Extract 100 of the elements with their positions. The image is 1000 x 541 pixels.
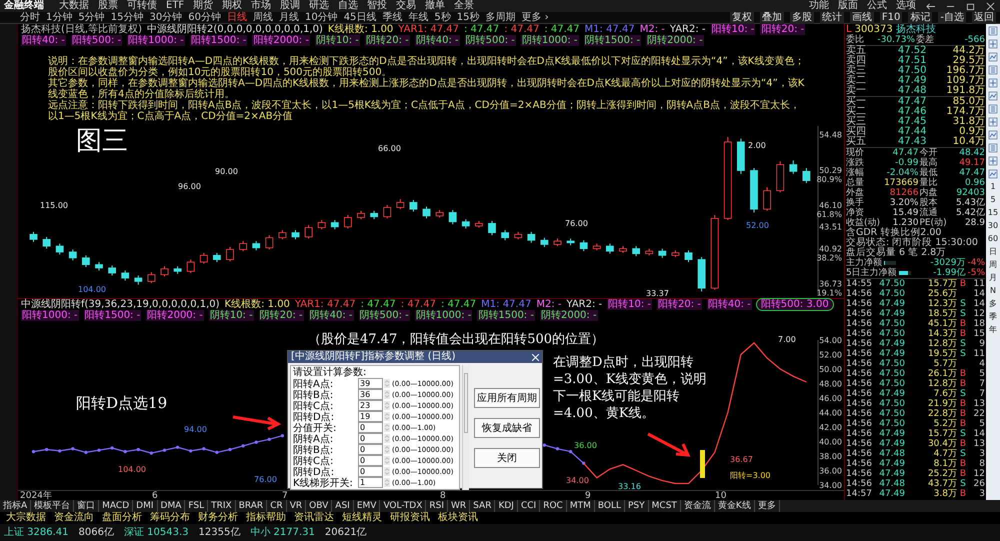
indicator-tab[interactable]: ASI: [332, 500, 354, 512]
info-tab[interactable]: 财务分析: [198, 512, 238, 524]
menu-item[interactable]: 撤单: [425, 0, 446, 12]
indicator-tab[interactable]: DMI: [133, 500, 158, 512]
period-button[interactable]: 5: [990, 195, 996, 205]
indicator-tab[interactable]: PSY: [625, 500, 649, 512]
tool-icon[interactable]: [988, 156, 998, 166]
menu-item[interactable]: 期货: [193, 0, 214, 12]
indicator-tab[interactable]: 窗口: [74, 500, 100, 512]
number-field[interactable]: 0: [358, 466, 383, 477]
tool-icon[interactable]: [988, 39, 998, 49]
info-tab[interactable]: 资金流向: [54, 512, 94, 524]
number-field[interactable]: 1: [358, 477, 383, 488]
toolbar-button[interactable]: 标记: [908, 12, 932, 24]
period-tab[interactable]: 季线: [382, 12, 402, 24]
dialog-button[interactable]: 恢复成缺省: [474, 418, 540, 438]
number-field[interactable]: 36: [358, 389, 383, 400]
period-tab[interactable]: 10分钟: [304, 12, 338, 24]
toolbar-button[interactable]: 叠加: [760, 12, 784, 24]
menu-item[interactable]: 公式: [867, 0, 887, 12]
tool-icon[interactable]: [988, 130, 998, 140]
spinner-icon[interactable]: [384, 379, 390, 388]
restore-icon[interactable]: [965, 2, 976, 10]
spinner-icon[interactable]: [384, 445, 390, 454]
indicator-tab[interactable]: 模板平台: [31, 500, 74, 512]
toolbar-button[interactable]: 统计: [820, 12, 844, 24]
indicator-tab[interactable]: FSL: [185, 500, 208, 512]
indicator-tab[interactable]: 指标A: [0, 500, 32, 512]
period-tab[interactable]: 5秒: [434, 12, 451, 24]
indicator-tab[interactable]: 黄金K线: [714, 500, 755, 512]
indicator-tab[interactable]: MACD: [99, 500, 134, 512]
indicator-tab[interactable]: VR: [286, 500, 306, 512]
indicator-tab[interactable]: BOLL: [594, 500, 625, 512]
menu-item[interactable]: 智投: [367, 0, 388, 12]
period-tab[interactable]: 周线: [252, 12, 273, 24]
menu-item[interactable]: 研选: [309, 0, 330, 12]
period-tab[interactable]: 15秒: [456, 12, 480, 24]
indicator-tab[interactable]: MTM: [566, 500, 595, 512]
indicator-tab[interactable]: WR: [448, 500, 470, 512]
period-tab[interactable]: 分时: [20, 12, 40, 24]
dialog-button[interactable]: 关闭: [474, 448, 540, 468]
period-button[interactable]: 1: [990, 182, 996, 192]
menu-item[interactable]: 可转债: [127, 0, 157, 12]
indicator-tab[interactable]: VOL-TDX: [380, 500, 426, 512]
number-field[interactable]: 19: [358, 411, 383, 422]
tool-icon[interactable]: [988, 143, 998, 153]
period-tab[interactable]: 日线: [226, 12, 247, 24]
period-button[interactable]: 60: [988, 234, 998, 244]
info-tab[interactable]: 盘面分析: [102, 512, 142, 524]
toolbar-button[interactable]: 画线: [850, 12, 874, 24]
indicator-tab[interactable]: BRAR: [236, 500, 268, 512]
back-arrow-icon[interactable]: [925, 2, 936, 10]
menu-item[interactable]: 股票: [98, 0, 118, 12]
period-button[interactable]: 30: [988, 221, 998, 231]
menu-item[interactable]: ETF: [166, 0, 184, 12]
info-tab[interactable]: 筹码分布: [150, 512, 190, 524]
number-field[interactable]: 0: [358, 444, 383, 455]
tool-icon[interactable]: [988, 104, 998, 114]
spinner-icon[interactable]: [384, 390, 390, 399]
spinner-icon[interactable]: [384, 478, 390, 487]
info-tab[interactable]: 板块资讯: [438, 512, 478, 524]
period-tab[interactable]: 更多 ›: [522, 12, 549, 24]
info-tab[interactable]: 大宗数据: [6, 512, 46, 524]
menu-item[interactable]: 版面: [838, 0, 858, 12]
info-tab[interactable]: 短线精灵: [342, 512, 382, 524]
indicator-tab[interactable]: 资金流: [680, 500, 715, 512]
indicator-tab[interactable]: DMA: [158, 500, 186, 512]
info-tab[interactable]: 研报资讯: [390, 512, 430, 524]
period-tab[interactable]: 年线: [408, 12, 428, 24]
period-tab[interactable]: 5分钟: [78, 12, 105, 24]
period-tab[interactable]: 15分钟: [110, 12, 144, 24]
period-button[interactable]: 季: [989, 312, 997, 322]
tool-icon[interactable]: [988, 52, 998, 62]
number-field[interactable]: 0: [358, 422, 383, 433]
indicator-tab[interactable]: KDJ: [495, 500, 518, 512]
tool-icon[interactable]: [988, 169, 998, 179]
tool-icon[interactable]: [988, 117, 998, 127]
menu-item[interactable]: 大数据: [59, 0, 89, 12]
menu-item[interactable]: 股调: [280, 0, 300, 12]
spinner-icon[interactable]: [384, 412, 390, 421]
spinner-icon[interactable]: [384, 456, 390, 465]
spinner-icon[interactable]: [384, 467, 390, 476]
period-tab[interactable]: 1分钟: [46, 12, 72, 24]
period-tab[interactable]: 多周期: [486, 12, 516, 24]
number-field[interactable]: 0: [358, 433, 383, 444]
period-button[interactable]: 月: [989, 273, 997, 283]
spinner-icon[interactable]: [384, 423, 390, 432]
info-tab[interactable]: 资讯雷达: [294, 512, 334, 524]
indicator-tab[interactable]: RSI: [426, 500, 448, 512]
indicator-tab[interactable]: CR: [267, 500, 287, 512]
period-button[interactable]: 周: [989, 260, 997, 270]
indicator-tab[interactable]: TRIX: [208, 500, 236, 512]
period-button[interactable]: N: [990, 286, 996, 296]
number-field[interactable]: 39: [358, 378, 383, 389]
spinner-icon[interactable]: [384, 401, 390, 410]
info-tab[interactable]: 指标帮助: [246, 512, 286, 524]
indicator-tab[interactable]: EMV: [354, 500, 380, 512]
period-button[interactable]: 年: [989, 325, 997, 335]
toolbar-button[interactable]: -自选: [938, 12, 966, 24]
menu-item[interactable]: 选项: [896, 0, 916, 12]
